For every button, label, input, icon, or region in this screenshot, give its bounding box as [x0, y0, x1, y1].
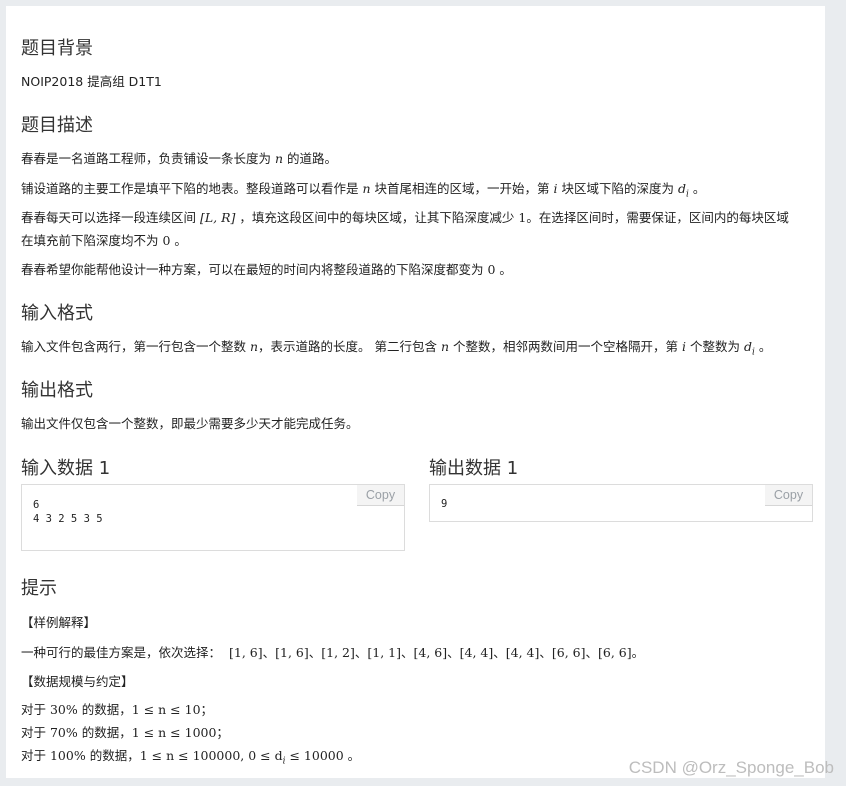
sample-output-box[interactable]: 9 Copy [429, 484, 813, 522]
copy-input-button[interactable]: Copy [357, 485, 404, 506]
description-paragraph-3-cont: 在填充前下陷深度均不为 0 。 [21, 233, 187, 248]
description-paragraph-2: 铺设道路的主要工作是填平下陷的地表。整段道路可以看作是 n 块首尾相连的区域，一… [21, 181, 706, 200]
scale-label: 【数据规模与约定】 [21, 674, 134, 689]
section-title-hint: 提示 [21, 578, 57, 599]
section-title-output: 输出格式 [21, 380, 93, 401]
description-paragraph-1: 春春是一名道路工程师，负责铺设一条长度为 n 的道路。 [21, 151, 338, 166]
sample-input-title: 输入数据 1 [21, 458, 111, 479]
description-paragraph-3: 春春每天可以选择一段连续区间 [L, R] ，填充这段区间中的每块区域，让其下陷… [21, 210, 789, 225]
sample-input-data: 6 4 3 2 5 3 5 [33, 499, 103, 525]
csdn-watermark: CSDN @Orz_Sponge_Bob [628, 758, 834, 777]
constraint-100: 对于 100% 的数据，1 ≤ n ≤ 100000, 0 ≤ di ≤ 100… [21, 748, 361, 767]
hint-plan-line: 一种可行的最佳方案是，依次选择： [1, 6]、[1, 6]、[1, 2]、[1… [21, 645, 645, 660]
problem-card: 题目背景 NOIP2018 提高组 D1T1 题目描述 春春是一名道路工程师，负… [6, 6, 825, 778]
input-format-text: 输入文件包含两行，第一行包含一个整数 n，表示道路的长度。 第二行包含 n 个整… [21, 339, 772, 358]
section-title-description: 题目描述 [21, 115, 93, 136]
constraint-30: 对于 30% 的数据，1 ≤ n ≤ 10； [21, 702, 214, 717]
copy-output-button[interactable]: Copy [765, 485, 812, 506]
section-title-background: 题目背景 [21, 38, 93, 59]
constraint-70: 对于 70% 的数据，1 ≤ n ≤ 1000； [21, 725, 229, 740]
description-paragraph-4: 春春希望你能帮他设计一种方案，可以在最短的时间内将整段道路的下陷深度都变为 0 … [21, 262, 512, 277]
sample-explain-label: 【样例解释】 [21, 615, 97, 630]
section-title-input: 输入格式 [21, 303, 93, 324]
sample-input-box[interactable]: 6 4 3 2 5 3 5 Copy [21, 484, 405, 551]
output-format-text: 输出文件仅包含一个整数，即最少需要多少天才能完成任务。 [21, 416, 359, 431]
sample-output-data: 9 [441, 498, 448, 510]
background-text: NOIP2018 提高组 D1T1 [21, 74, 162, 89]
sample-output-title: 输出数据 1 [429, 458, 519, 479]
